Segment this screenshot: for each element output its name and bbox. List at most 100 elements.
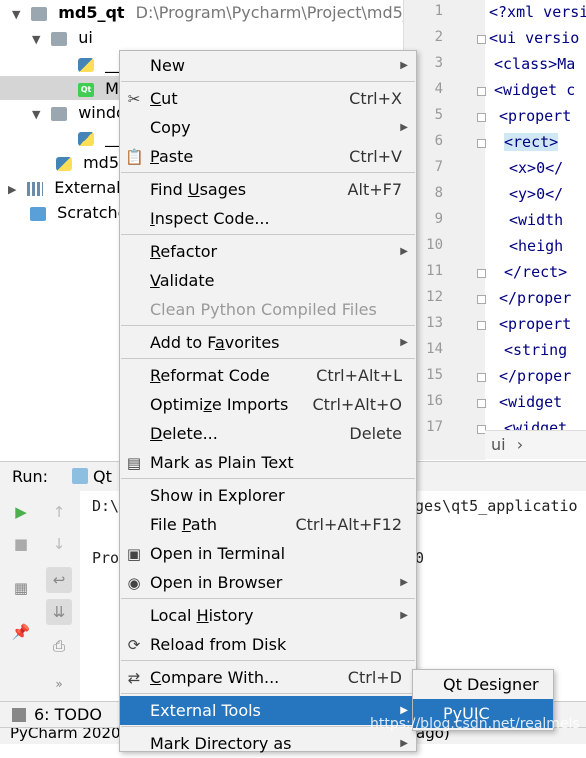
chevron-down-icon[interactable]: ▼ — [12, 2, 26, 28]
scroll-to-end-icon[interactable]: ⇊ — [46, 599, 72, 625]
fold-marker-icon[interactable] — [477, 295, 486, 304]
menu-item-label: Local History — [150, 606, 254, 625]
fold-marker-icon[interactable] — [477, 269, 486, 278]
project-name: md5_qt — [58, 3, 125, 22]
chevron-down-icon[interactable]: ▼ — [32, 27, 46, 53]
menu-item-shortcut: Delete — [349, 424, 402, 443]
project-path: D:\Program\Pycharm\Project\md5_q — [135, 3, 421, 22]
arrow-down-icon[interactable]: ↓ — [46, 531, 72, 557]
menu-item-label: Mark Directory as — [150, 734, 292, 753]
menu-item-validate[interactable]: Validate — [120, 266, 416, 295]
menu-item-inspect-code[interactable]: Inspect Code... — [120, 204, 416, 233]
context-menu: New ▶ ✂ Cut Ctrl+X Copy ▶ 📋 Paste Ctrl+V Find Usag… — [119, 50, 417, 753]
breadcrumb-item[interactable]: ui — [491, 435, 506, 454]
menu-item-paste[interactable]: 📋 Paste Ctrl+V — [120, 142, 416, 171]
submenu-item-qt-designer[interactable]: Qt Designer — [413, 670, 553, 699]
menu-item-mark-as-plain-text[interactable]: ▤ Mark as Plain Text — [120, 448, 416, 477]
menu-item-label: Open in Terminal — [150, 544, 286, 563]
code-line: <ui versio — [489, 29, 580, 47]
menu-item-add-to-favorites[interactable]: Add to Favorites ▶ — [120, 328, 416, 357]
libraries-icon — [27, 181, 44, 196]
menu-item-label: Refactor — [150, 242, 218, 261]
menu-item-mark-directory-as[interactable]: Mark Directory as ▶ — [120, 729, 416, 758]
code-line: <widget c — [494, 81, 576, 99]
code-line: <width — [509, 211, 564, 229]
menu-item-label: Cut — [150, 89, 178, 108]
tree-item-external-libraries[interactable]: ▶ External — [8, 175, 121, 201]
menu-item-copy[interactable]: Copy ▶ — [120, 113, 416, 142]
menu-item-find-usages[interactable]: Find Usages Alt+F7 — [120, 175, 416, 204]
tree-item-ui[interactable]: ▼ ui — [32, 25, 93, 51]
code-line: <propert — [499, 315, 572, 333]
menu-item-label: Validate — [150, 271, 215, 290]
menu-item-refactor[interactable]: Refactor ▶ — [120, 237, 416, 266]
tree-item-label: ui — [78, 28, 93, 47]
play-icon[interactable]: ▶ — [8, 499, 34, 525]
menu-item-label: Clean Python Compiled Files — [150, 300, 377, 319]
menu-item-reload-from-disk[interactable]: ⟳ Reload from Disk — [120, 630, 416, 659]
scissors-icon: ✂ — [127, 90, 141, 108]
menu-item-label: Copy — [150, 118, 191, 137]
menu-item-label: Show in Explorer — [150, 486, 285, 505]
tree-item-scratches[interactable]: Scratche — [30, 200, 127, 226]
fold-marker-icon[interactable] — [477, 373, 486, 382]
python-file-icon — [56, 156, 72, 171]
folder-icon — [51, 106, 68, 121]
layout-icon[interactable]: ▦ — [8, 575, 34, 601]
menu-item-label: Paste — [150, 147, 194, 166]
soft-wrap-icon[interactable]: ↩ — [46, 567, 72, 593]
menu-item-shortcut: Alt+F7 — [347, 180, 402, 199]
code-lines: 1 <?xml versi 2 <ui versio 3 <class>Ma 4 <widge… — [403, 0, 586, 437]
menu-item-cut[interactable]: ✂ Cut Ctrl+X — [120, 84, 416, 113]
run-tab[interactable]: Qt — [93, 467, 112, 486]
menu-item-shortcut: Ctrl+D — [347, 668, 402, 687]
menu-item-open-in-browser[interactable]: ◉ Open in Browser ▶ — [120, 568, 416, 597]
fold-marker-icon[interactable] — [477, 113, 486, 122]
chevron-down-icon[interactable]: ▼ — [32, 102, 46, 128]
console-line-2-start: Pro — [92, 549, 120, 567]
menu-item-label: File Path — [150, 515, 218, 534]
tree-item-label: Scratche — [57, 203, 128, 222]
menu-item-file-path[interactable]: File Path Ctrl+Alt+F12 — [120, 510, 416, 539]
fold-marker-icon[interactable] — [477, 139, 486, 148]
menu-item-open-in-terminal[interactable]: ▣ Open in Terminal — [120, 539, 416, 568]
tree-item-window[interactable]: ▼ windo — [32, 100, 126, 126]
plain-text-icon: ▤ — [126, 454, 142, 472]
fold-marker-icon[interactable] — [477, 399, 486, 408]
more-icon[interactable]: » — [46, 671, 72, 697]
fold-marker-icon[interactable] — [477, 321, 486, 330]
menu-separator — [121, 234, 415, 235]
todo-tab[interactable]: 6: TODO — [34, 702, 102, 728]
menu-item-reformat-code[interactable]: Reformat Code Ctrl+Alt+L — [120, 361, 416, 390]
arrow-up-icon[interactable]: ↑ — [46, 499, 72, 525]
python-file-icon — [78, 57, 94, 72]
line-number: 1 — [434, 3, 443, 19]
code-line: <y>0</ — [509, 185, 564, 203]
menu-item-label: Compare With... — [150, 668, 280, 687]
tree-item-label: External — [54, 178, 121, 197]
fold-marker-icon[interactable] — [477, 35, 486, 44]
menu-item-optimize-imports[interactable]: Optimize Imports Ctrl+Alt+O — [120, 390, 416, 419]
folder-icon — [31, 6, 48, 21]
pin-icon[interactable]: 📌 — [8, 619, 34, 645]
run-label: Run: — [12, 467, 49, 486]
menu-item-compare-with[interactable]: ⇄ Compare With... Ctrl+D — [120, 663, 416, 692]
watermark: https://blog.csdn.net/realmels — [370, 716, 580, 732]
tree-root[interactable]: ▼ md5_qt D:\Program\Pycharm\Project\md5_… — [12, 0, 421, 26]
menu-item-delete[interactable]: Delete... Delete — [120, 419, 416, 448]
fold-marker-icon[interactable] — [477, 87, 486, 96]
menu-item-new[interactable]: New ▶ — [120, 51, 416, 80]
console-line-1-end: ges\qt5_applicatio — [415, 497, 578, 515]
submenu-arrow-icon: ▶ — [400, 610, 408, 621]
submenu-arrow-icon: ▶ — [400, 246, 408, 257]
submenu-arrow-icon: ▶ — [400, 60, 408, 71]
print-icon[interactable]: ⎙ — [46, 633, 72, 659]
menu-separator — [121, 358, 415, 359]
stop-icon[interactable]: ■ — [8, 531, 34, 557]
chevron-right-icon[interactable]: ▶ — [8, 177, 22, 203]
console-line-1-start: D:\ — [92, 497, 120, 515]
menu-item-local-history[interactable]: Local History ▶ — [120, 601, 416, 630]
menu-item-show-in-explorer[interactable]: Show in Explorer — [120, 481, 416, 510]
run-config-icon — [72, 468, 88, 484]
code-line: <string — [504, 341, 568, 359]
